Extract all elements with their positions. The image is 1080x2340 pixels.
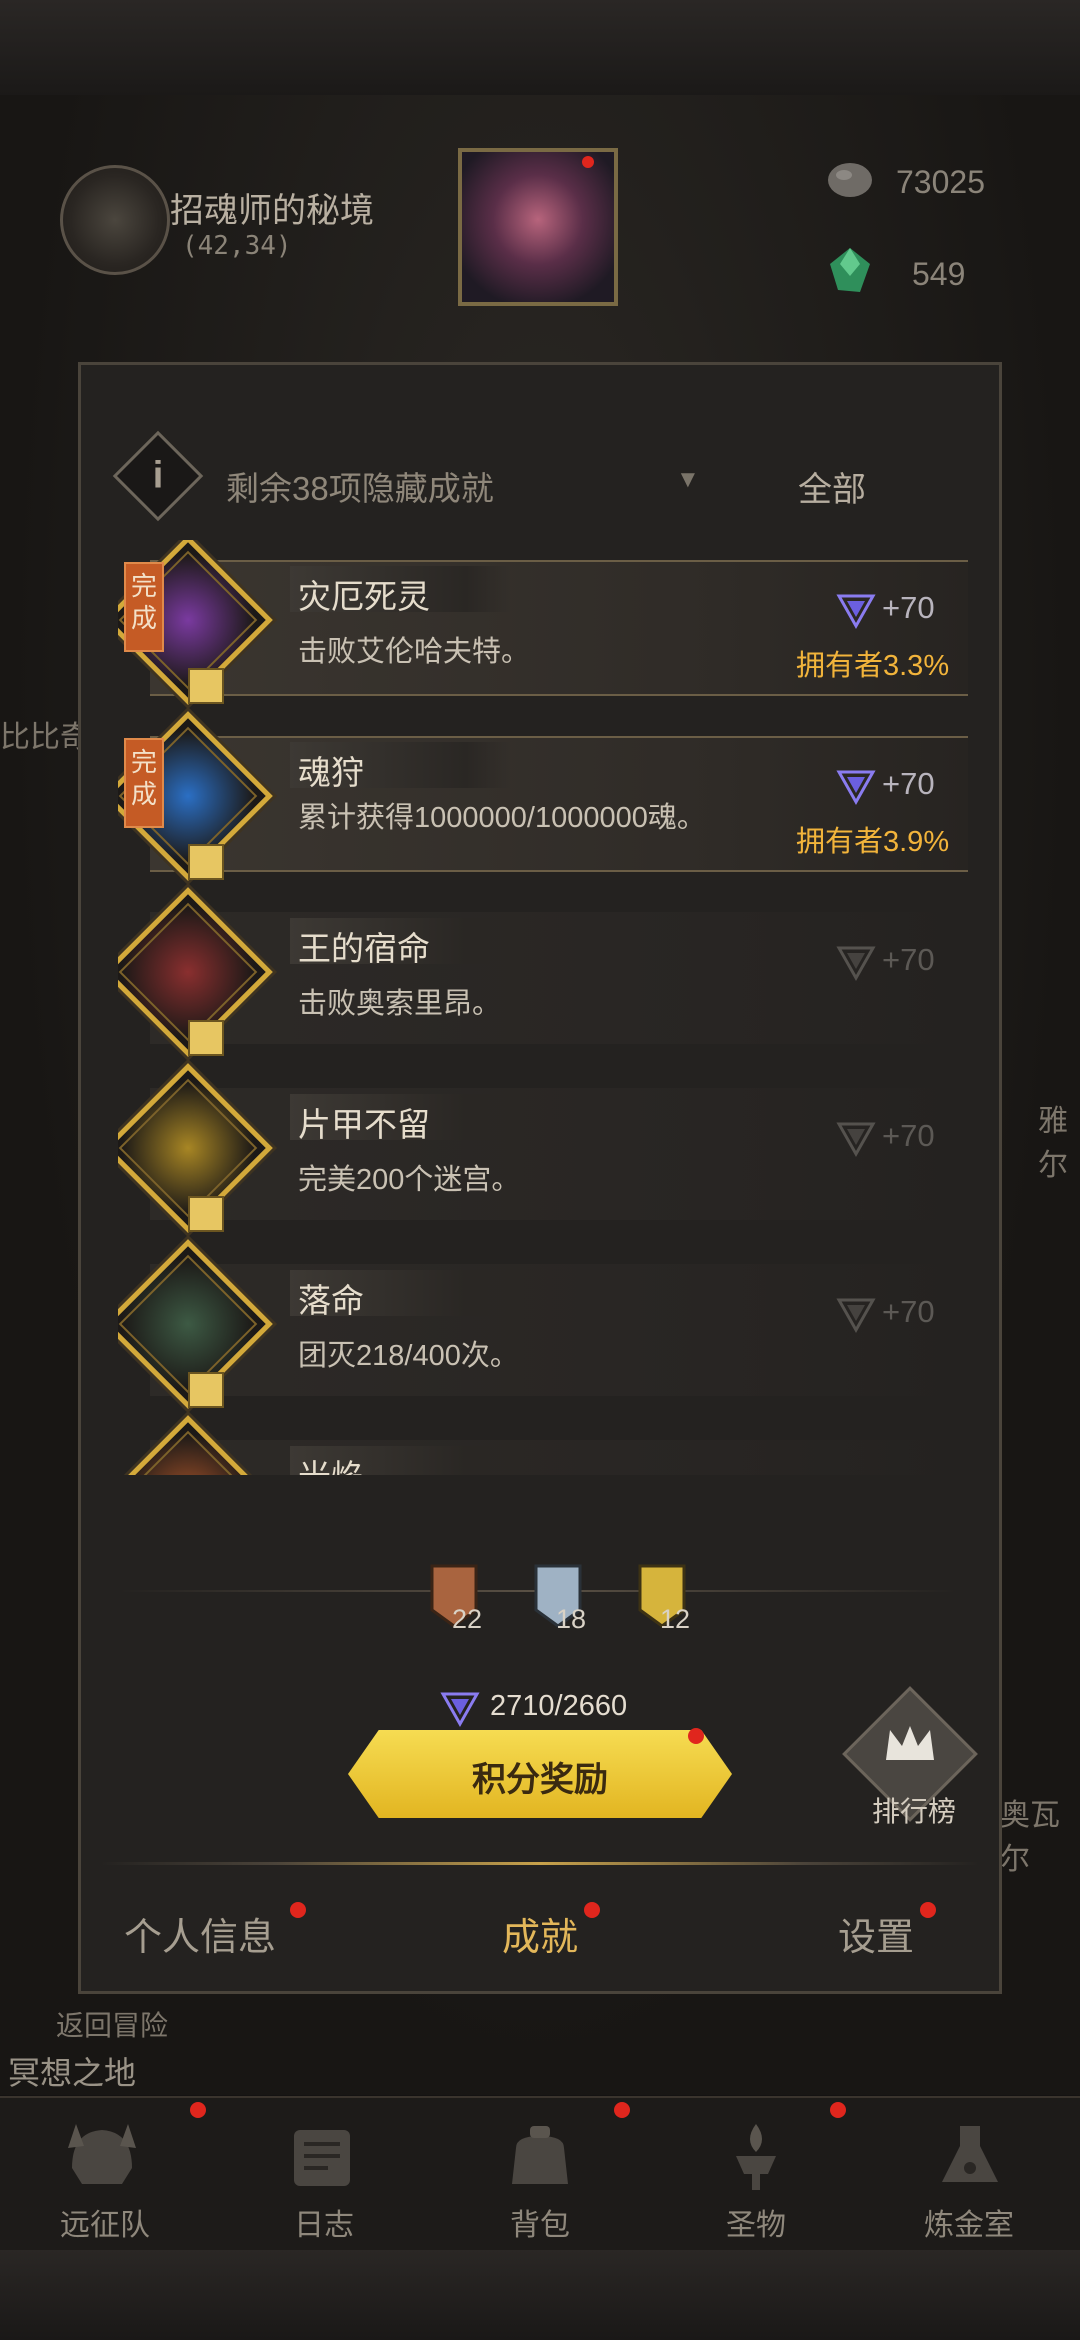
tab-achievements[interactable]: 成就	[502, 1906, 578, 1961]
right-label-fragment-1: 雅尔	[1038, 1105, 1068, 1182]
tab-personal-info-dot	[290, 1902, 306, 1918]
gold-medal-count: 12	[660, 1604, 691, 1634]
achievement-points: +70	[882, 942, 935, 977]
nav-alchemy-room[interactable]: 炼金室	[924, 2200, 1014, 2244]
achievement-desc: 完美200个迷宫。	[298, 1164, 521, 1196]
reward-notification-dot	[688, 1728, 704, 1744]
points-triangle-icon	[836, 946, 876, 982]
location-header[interactable]: 招魂师的秘境 (42,34)	[20, 165, 420, 275]
stone-count: 73025	[896, 164, 985, 200]
achievement-desc: 团灭218/400次。	[298, 1340, 519, 1372]
area-label: 冥想之地	[8, 2055, 137, 2091]
hidden-achievements-text: 剩余38项隐藏成就	[226, 470, 494, 507]
achievement-title: 王的宿命	[298, 930, 430, 967]
points-reward-label[interactable]: 积分奖励	[348, 1752, 732, 1801]
achievement-points: +70	[882, 590, 935, 625]
achievement-list[interactable]: 完成 灾厄死灵 击败艾伦哈夫特。 +70 拥有者3.3% 完成 魂狩 累计获得1…	[118, 540, 972, 1475]
points-triangle-icon	[836, 770, 876, 806]
achievement-title: 灾厄死灵	[298, 578, 430, 615]
nav-bag[interactable]: 背包	[510, 2200, 570, 2244]
top-frame	[0, 0, 1080, 97]
portrait-notification-dot	[582, 156, 594, 168]
alchemy-icon	[942, 2126, 998, 2182]
achievement-title: 魂狩	[298, 754, 364, 791]
achievement-title: 光焰	[298, 1450, 364, 1475]
owners-percent: 拥有者3.9%	[796, 826, 950, 858]
achievement-title: 落命	[298, 1282, 364, 1319]
nav-journal[interactable]: 日志	[294, 2200, 354, 2244]
achievement-points: +70	[882, 1118, 935, 1153]
location-coords: (42,34)	[182, 231, 292, 261]
tab-settings-dot	[920, 1902, 936, 1918]
right-label-fragment-2: 奥瓦尔	[1000, 1799, 1060, 1876]
achievement-item[interactable]: 王的宿命 击败奥索里昂。 +70	[118, 887, 972, 1057]
achievement-item[interactable]: 落命 团灭218/400次。 +70	[118, 1239, 972, 1409]
badge-rank-icon	[188, 668, 224, 704]
achievement-title: 片甲不留	[298, 1106, 430, 1143]
tab-personal-info[interactable]: 个人信息	[124, 1906, 276, 1961]
points-triangle-icon	[836, 1298, 876, 1334]
left-label-fragment: 比比奇	[0, 721, 90, 754]
tabs-divider	[100, 1862, 980, 1865]
nav-expedition-dot	[190, 2102, 206, 2118]
brazier-icon	[736, 2124, 776, 2190]
achievement-points: +70	[882, 1294, 935, 1329]
achievement-desc: 累计获得1000000/1000000魂。	[298, 802, 706, 834]
owners-percent: 拥有者3.3%	[796, 650, 950, 682]
badge-rank-icon	[188, 1020, 224, 1056]
stone-icon	[828, 163, 872, 197]
badge-rank-icon	[188, 844, 224, 880]
info-icon: i	[112, 430, 204, 522]
badge-rank-icon	[188, 1372, 224, 1408]
tab-achievements-dot	[584, 1902, 600, 1918]
dropdown-arrow-icon[interactable]: ▼	[676, 466, 700, 494]
hero-portrait[interactable]	[458, 148, 618, 306]
helmet-icon	[68, 2124, 136, 2184]
tab-settings[interactable]: 设置	[838, 1906, 914, 1961]
green-gem-icon	[830, 248, 870, 292]
silver-medal-count: 18	[556, 1604, 587, 1634]
filter-selected-value[interactable]: 全部	[798, 462, 866, 511]
achievement-desc: 击败艾伦哈夫特。	[298, 636, 531, 668]
achievement-item[interactable]: 完成 魂狩 累计获得1000000/1000000魂。 +70 拥有者3.9%	[118, 711, 972, 881]
nav-relics[interactable]: 圣物	[726, 2200, 786, 2244]
bag-icon	[512, 2126, 568, 2184]
return-adventure-label[interactable]: 返回冒险	[56, 2004, 168, 2044]
ranking-label[interactable]: 排行榜	[872, 1790, 956, 1830]
score-progress: 2710/2660	[490, 1690, 628, 1722]
achievement-points: +70	[882, 766, 935, 801]
nav-relics-dot	[830, 2102, 846, 2118]
completed-flag: 完成	[124, 738, 164, 828]
crown-shape-icon	[886, 1726, 934, 1760]
completed-flag: 完成	[124, 562, 164, 652]
item-background	[150, 1440, 968, 1475]
points-triangle-icon	[440, 1692, 480, 1728]
points-triangle-icon	[836, 1122, 876, 1158]
achievement-item[interactable]: 光焰	[118, 1415, 972, 1475]
gem-count: 549	[912, 256, 966, 292]
nav-expedition[interactable]: 远征队	[60, 2200, 150, 2244]
badge-rank-icon	[188, 1196, 224, 1232]
bronze-medal-count: 22	[452, 1604, 483, 1634]
nav-bag-dot	[614, 2102, 630, 2118]
location-name: 招魂师的秘境	[170, 192, 374, 230]
location-emblem-icon	[60, 165, 170, 275]
scroll-icon	[294, 2130, 350, 2186]
achievement-item[interactable]: 完成 灾厄死灵 击败艾伦哈夫特。 +70 拥有者3.3%	[118, 540, 972, 705]
achievement-item[interactable]: 片甲不留 完美200个迷宫。 +70	[118, 1063, 972, 1233]
filter-row[interactable]: i 剩余38项隐藏成就 ▼ 全部	[112, 430, 978, 530]
bottom-frame	[0, 2250, 1080, 2340]
achievement-desc: 击败奥索里昂。	[298, 988, 502, 1020]
points-triangle-icon	[836, 594, 876, 630]
